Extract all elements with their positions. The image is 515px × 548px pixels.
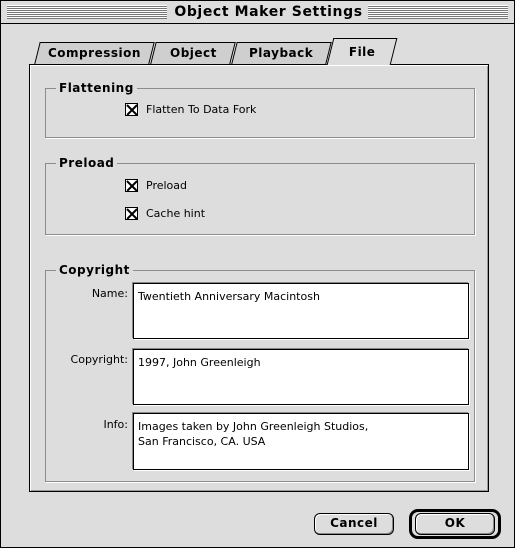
name-field[interactable]: Twentieth Anniversary Macintosh <box>133 283 469 339</box>
flatten-to-data-fork-label: Flatten To Data Fork <box>146 103 257 116</box>
copyright-field-label: Copyright: <box>70 353 128 366</box>
flattening-group: Flattening Flatten To Data Fork <box>45 80 475 138</box>
copyright-field[interactable]: 1997, John Greenleigh <box>133 349 469 405</box>
tab-playback[interactable]: Playback <box>231 42 332 64</box>
tab-file[interactable]: File <box>326 38 398 65</box>
file-tab-panel: Flattening Flatten To Data Fork Preload … <box>29 64 489 492</box>
preload-group: Preload Preload Cache hint <box>45 155 475 235</box>
tab-file-label: File <box>348 45 376 59</box>
flattening-group-title: Flattening <box>56 80 137 96</box>
title-bar-stripes-left <box>7 5 167 19</box>
preload-label: Preload <box>146 179 187 192</box>
preload-group-title: Preload <box>56 155 118 171</box>
tab-object[interactable]: Object <box>150 42 236 64</box>
cache-hint-checkbox[interactable] <box>125 207 138 220</box>
copyright-group: Copyright Name: Twentieth Anniversary Ma… <box>45 262 475 482</box>
preload-checkbox[interactable] <box>125 179 138 192</box>
tab-compression[interactable]: Compression <box>34 42 155 64</box>
copyright-group-title: Copyright <box>56 262 133 278</box>
title-bar-stripes-right <box>368 5 508 19</box>
tab-compression-label: Compression <box>48 46 141 60</box>
info-field[interactable]: Images taken by John Greenleigh Studios,… <box>133 413 469 470</box>
tab-strip: Compression Object Playback File <box>29 36 489 65</box>
tab-object-label: Object <box>169 46 217 60</box>
cache-hint-label: Cache hint <box>146 207 206 220</box>
flatten-to-data-fork-checkbox[interactable] <box>125 103 138 116</box>
name-field-label: Name: <box>91 287 128 300</box>
settings-dialog: Object Maker Settings Compression Object… <box>0 0 515 548</box>
info-field-label: Info: <box>103 418 128 431</box>
cancel-button[interactable]: Cancel <box>314 513 394 535</box>
title-bar[interactable]: Object Maker Settings <box>1 1 514 24</box>
ok-button[interactable]: OK <box>415 513 495 535</box>
tab-playback-label: Playback <box>249 46 314 60</box>
default-button-ring: OK <box>409 509 501 539</box>
window-title: Object Maker Settings <box>171 2 366 22</box>
